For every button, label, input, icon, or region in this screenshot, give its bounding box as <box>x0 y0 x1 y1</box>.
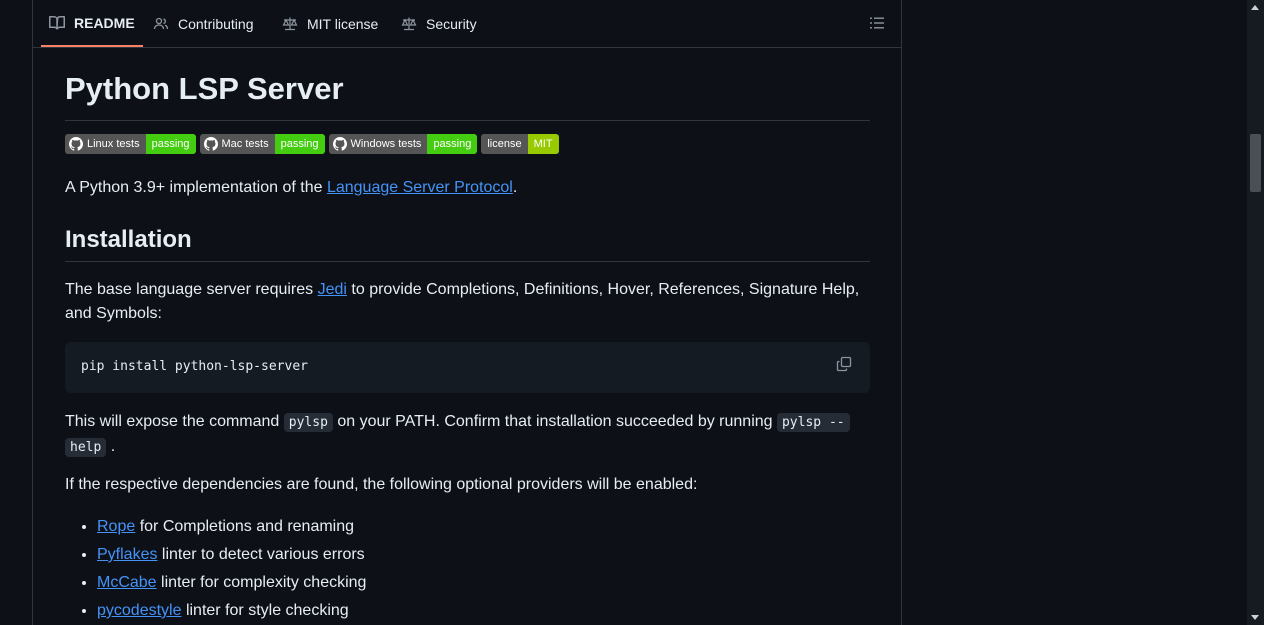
expose-text: This will expose the command <box>65 413 284 430</box>
inline-code-help-a: pylsp -- <box>776 413 850 432</box>
tab-label: MIT license <box>307 15 379 32</box>
page-scrollbar[interactable] <box>1247 0 1264 625</box>
list-item-text: linter for style checking <box>181 602 349 619</box>
list-item: McCabe linter for complexity checking <box>97 569 366 597</box>
badge-label: license <box>481 134 528 154</box>
inline-code-pylsp: pylsp <box>283 413 333 432</box>
scroll-thumb[interactable] <box>1250 134 1261 192</box>
scroll-up-arrow-icon[interactable] <box>1251 5 1259 10</box>
badge-label: Linux tests <box>87 138 140 150</box>
list-item-text: linter to detect various errors <box>157 546 365 563</box>
outline-list-icon[interactable] <box>869 15 887 33</box>
tab-security[interactable]: Security <box>401 0 477 47</box>
installation-heading: Installation <box>65 225 870 262</box>
list-item: pycodestyle linter for style checking <box>97 597 366 625</box>
expose-text-end: . <box>106 438 116 455</box>
badge-license[interactable]: license MIT <box>481 134 559 154</box>
tab-readme[interactable]: README <box>41 0 143 47</box>
expose-text-mid: on your PATH. Confirm that installation … <box>332 413 777 430</box>
scroll-down-arrow-icon[interactable] <box>1251 615 1259 620</box>
book-icon <box>49 15 67 31</box>
install-text: The base language server requires <box>65 281 318 298</box>
readme-panel: README Contributing MIT license Security… <box>32 0 902 625</box>
law-icon <box>401 16 419 32</box>
badge-mac-tests[interactable]: Mac tests passing <box>199 134 325 154</box>
code-command: pip install python-lsp-server <box>81 359 308 374</box>
badge-windows-tests[interactable]: Windows tests passing <box>328 134 478 154</box>
providers-list: Rope for Completions and renaming Pyflak… <box>65 513 366 625</box>
badge-label: Windows tests <box>350 138 422 150</box>
list-item-text: linter for complexity checking <box>156 574 367 591</box>
intro-paragraph: A Python 3.9+ implementation of the Lang… <box>65 176 870 200</box>
badge-status: MIT <box>527 134 559 154</box>
list-item: Pyflakes linter to detect various errors <box>97 541 366 569</box>
badge-label: Mac tests <box>221 138 269 150</box>
list-item-text: for Completions and renaming <box>135 518 355 535</box>
install-paragraph: The base language server requires Jedi t… <box>65 278 870 326</box>
pyflakes-link[interactable]: Pyflakes <box>97 546 157 563</box>
law-icon <box>282 16 300 32</box>
inline-code-help-b: help <box>65 438 107 457</box>
intro-text: A Python 3.9+ implementation of the <box>65 179 327 196</box>
tab-label: Contributing <box>178 15 254 32</box>
github-icon <box>203 137 218 151</box>
badge-status: passing <box>427 134 478 154</box>
tab-label: README <box>74 14 135 31</box>
rope-link[interactable]: Rope <box>97 518 135 535</box>
badge-status: passing <box>274 134 325 154</box>
github-icon <box>69 137 83 151</box>
tab-mit-license[interactable]: MIT license <box>282 0 378 47</box>
badge-linux-tests[interactable]: Linux tests passing <box>65 134 196 154</box>
pycodestyle-link[interactable]: pycodestyle <box>97 602 182 619</box>
tab-label: Security <box>426 15 477 32</box>
providers-paragraph: If the respective dependencies are found… <box>65 476 698 493</box>
page-title: Python LSP Server <box>65 70 870 121</box>
tab-contributing[interactable]: Contributing <box>153 0 254 47</box>
badge-status: passing <box>145 134 196 154</box>
readme-tabs: README Contributing MIT license Security <box>33 0 901 48</box>
github-icon <box>332 137 347 151</box>
copy-icon[interactable] <box>836 356 854 374</box>
mccabe-link[interactable]: McCabe <box>97 574 157 591</box>
intro-text-end: . <box>512 179 518 196</box>
jedi-link[interactable]: Jedi <box>318 281 347 298</box>
code-block: pip install python-lsp-server <box>65 342 870 393</box>
expose-paragraph: This will expose the command pylsp on yo… <box>65 410 870 460</box>
list-item: Rope for Completions and renaming <box>97 513 366 541</box>
language-server-protocol-link[interactable]: Language Server Protocol <box>327 179 513 196</box>
badge-row: Linux tests passing Mac tests passing Wi… <box>65 134 559 154</box>
people-icon <box>153 16 171 32</box>
